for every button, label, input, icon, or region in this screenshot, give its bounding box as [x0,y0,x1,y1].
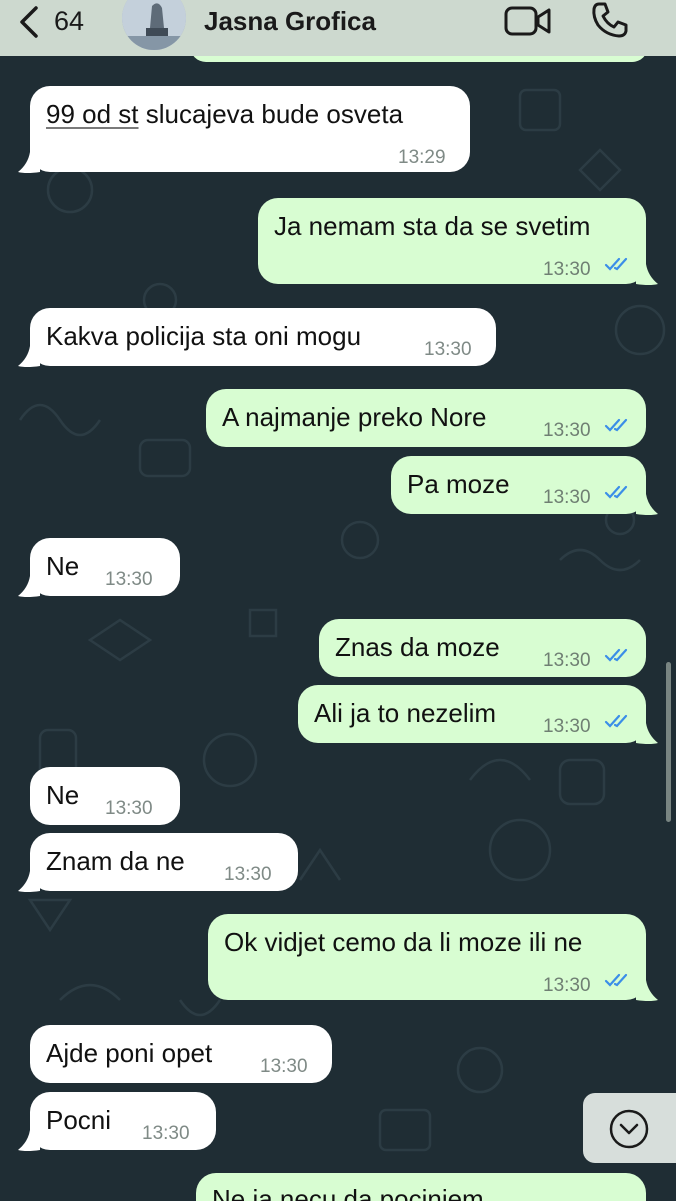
message-outgoing[interactable]: Ok vidjet cemo da li moze ili ne 13:30 [208,914,646,1000]
message-text: Ne [46,780,80,810]
bubble-tail [18,152,40,173]
video-call-button[interactable] [504,4,552,38]
message-outgoing[interactable]: Ne ja necu da pocinjem [196,1173,646,1201]
message-time: 13:30 [105,569,153,590]
chevron-left-icon [20,6,38,38]
read-ticks-icon [604,648,628,662]
read-ticks-icon [604,485,628,499]
message-text: Ali ja to nezelim [314,698,497,728]
bubble-tail [636,723,658,744]
bubble-tail [636,494,658,515]
link-text[interactable]: 99 od st [46,99,139,129]
message-incoming[interactable]: Ajde poni opet 13:30 [30,1025,332,1083]
message-text: Znas da moze [335,632,500,662]
contact-name[interactable]: Jasna Grofica [204,6,376,37]
video-camera-icon [504,6,551,36]
message-incoming[interactable]: Kakva policija sta oni mogu 13:30 [30,308,496,366]
message-time: 13:29 [398,147,446,168]
message-time: 13:30 [224,864,272,885]
avatar[interactable] [122,0,186,50]
message-text: Pocni [46,1105,112,1135]
bubble-tail [636,264,658,285]
message-text: Ne [46,551,80,581]
message-text: A najmanje preko Nore [222,402,487,432]
message-time: 13:30 [105,798,153,819]
read-ticks-icon [604,418,628,432]
read-ticks-icon [604,714,628,728]
read-ticks-icon [604,257,628,271]
message-incoming[interactable]: Ne 13:30 [30,767,180,825]
chevron-down-circle-icon [609,1109,649,1149]
message-time: 13:30 [543,716,591,737]
message-text: Ok vidjet cemo da li moze ili ne [224,927,583,957]
message-outgoing[interactable]: Ali ja to nezelim 13:30 [298,685,646,743]
message-time: 13:30 [543,650,591,671]
chat-header: 64 Jasna Grofica [0,0,676,56]
message-text: Ja nemam sta da se svetim [274,211,591,241]
message-incoming[interactable]: Pocni 13:30 [30,1092,216,1150]
scrollbar[interactable] [666,662,671,822]
message-text: Kakva policija sta oni mogu [46,321,362,351]
message-text: Pa moze [407,469,510,499]
phone-icon [592,2,628,38]
chat-wallpaper [0,0,676,1201]
bubble-tail [18,1130,40,1151]
read-ticks-icon [604,973,628,987]
message-incoming[interactable]: 99 od st slucajeva bude osveta 13:29 [30,86,470,172]
message-text: Ne ja necu da pocinjem [212,1184,484,1201]
voice-call-button[interactable] [590,0,630,40]
message-outgoing[interactable]: Ja nemam sta da se svetim 13:30 [258,198,646,284]
message-text: slucajeva bude osveta [138,99,404,129]
message-outgoing[interactable]: Znas da moze 13:30 [319,619,646,677]
message-outgoing[interactable]: A najmanje preko Nore 13:30 [206,389,646,447]
message-time: 13:30 [424,339,472,360]
message-time: 13:30 [543,420,591,441]
message-incoming[interactable]: Znam da ne 13:30 [30,833,298,891]
scroll-to-bottom-button[interactable] [583,1093,676,1163]
message-outgoing[interactable]: Pa moze 13:30 [391,456,646,514]
unread-count[interactable]: 64 [54,6,84,37]
message-time: 13:30 [543,975,591,996]
message-time: 13:30 [260,1056,308,1077]
bubble-tail [636,980,658,1001]
bubble-tail [18,346,40,367]
message-time: 13:30 [543,487,591,508]
bubble-tail [18,576,40,597]
bubble-tail [18,871,40,892]
message-text: Znam da ne [46,846,185,876]
message-time: 13:30 [142,1123,190,1144]
back-button[interactable] [14,4,44,40]
message-text: Ajde poni opet [46,1038,213,1068]
message-time: 13:30 [543,259,591,280]
message-incoming[interactable]: Ne 13:30 [30,538,180,596]
